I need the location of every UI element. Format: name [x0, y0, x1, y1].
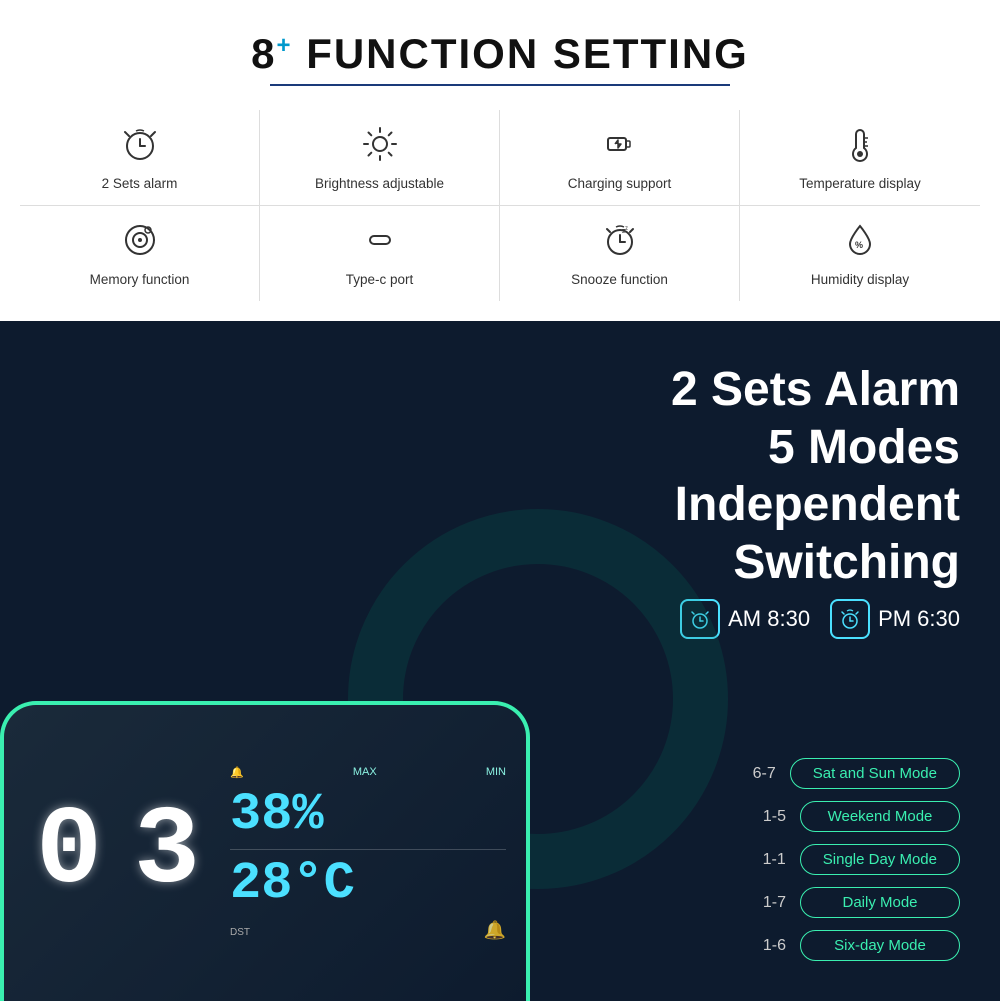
temp-value: 28°C — [230, 858, 506, 910]
digit-display: 0 3 — [24, 793, 212, 913]
mode-badge-0: Sat and Sun Mode — [790, 758, 960, 789]
svg-text:z: z — [625, 226, 628, 232]
feature-typec-label: Type-c port — [346, 272, 414, 287]
humidity-value: 38% — [230, 789, 506, 841]
feature-typec: Type-c port — [260, 206, 500, 301]
alarm-bell-top: 🔔 — [230, 766, 244, 779]
dst-label: DST — [230, 927, 250, 938]
alarm2-icon-box — [830, 599, 870, 639]
mode-range-4: 1-6 — [758, 937, 786, 955]
mode-badge-1: Weekend Mode — [800, 801, 960, 832]
typec-icon — [362, 222, 398, 264]
mode-range-2: 1-1 — [758, 851, 786, 869]
digit-0: 0 — [24, 793, 114, 913]
feature-temperature-label: Temperature display — [799, 176, 921, 191]
memory-icon — [122, 222, 158, 264]
brightness-icon — [362, 126, 398, 168]
feature-alarm: 2 Sets alarm — [20, 110, 260, 206]
feature-memory: Memory function — [20, 206, 260, 301]
title-number: 8 — [251, 30, 276, 77]
top-section: 8+ FUNCTION SETTING 2 Sets alarm — [0, 0, 1000, 321]
mode-range-1: 1-5 — [758, 808, 786, 826]
feature-temperature: Temperature display — [740, 110, 980, 206]
alarm-time-2: PM 6:30 — [830, 599, 960, 639]
alarm1-time: AM 8:30 — [728, 606, 810, 632]
mode-row-4: 1-6 Six-day Mode — [540, 930, 960, 961]
feature-brightness: Brightness adjustable — [260, 110, 500, 206]
temperature-icon — [842, 126, 878, 168]
charging-icon — [602, 126, 638, 168]
features-grid: 2 Sets alarm Brightness adjustable — [20, 110, 980, 301]
feature-memory-label: Memory function — [90, 272, 190, 287]
feature-charging-label: Charging support — [568, 176, 672, 191]
digit-3: 3 — [122, 793, 212, 913]
device-mockup: 0 3 🔔 MAX MIN 38% 28°C DST — [0, 701, 530, 1001]
humidity-icon: % — [842, 222, 878, 264]
feature-alarm-label: 2 Sets alarm — [102, 176, 178, 191]
device-top-row: 🔔 MAX MIN — [230, 766, 506, 779]
page-title: 8+ FUNCTION SETTING — [20, 30, 980, 78]
feature-brightness-label: Brightness adjustable — [315, 176, 444, 191]
feature-snooze: z z Snooze function — [500, 206, 740, 301]
mode-range-0: 6-7 — [748, 765, 776, 783]
bottom-section: 0 3 🔔 MAX MIN 38% 28°C DST — [0, 321, 1000, 1001]
device-divider — [230, 849, 506, 850]
mode-row-3: 1-7 Daily Mode — [540, 887, 960, 918]
title-text: FUNCTION SETTING — [306, 30, 749, 77]
mode-badge-2: Single Day Mode — [800, 844, 960, 875]
device-area: 0 3 🔔 MAX MIN 38% 28°C DST — [0, 321, 520, 1001]
feature-humidity: % Humidity display — [740, 206, 980, 301]
mode-badge-4: Six-day Mode — [800, 930, 960, 961]
svg-text:%: % — [855, 240, 863, 250]
alarm-bell-bottom: 🔔 — [484, 920, 506, 941]
min-label: MIN — [486, 766, 506, 778]
title-underline — [270, 84, 730, 86]
alarm-icon — [122, 126, 158, 168]
snooze-icon: z z — [602, 222, 638, 264]
mode-badge-3: Daily Mode — [800, 887, 960, 918]
feature-charging: Charging support — [500, 110, 740, 206]
feature-snooze-label: Snooze function — [571, 272, 668, 287]
mode-range-3: 1-7 — [758, 894, 786, 912]
headline-line1: 2 Sets Alarm — [540, 361, 960, 419]
feature-humidity-label: Humidity display — [811, 272, 909, 287]
max-label: MAX — [353, 766, 377, 778]
alarm2-time: PM 6:30 — [878, 606, 960, 632]
device-right-panel: 🔔 MAX MIN 38% 28°C DST 🔔 — [230, 766, 506, 941]
